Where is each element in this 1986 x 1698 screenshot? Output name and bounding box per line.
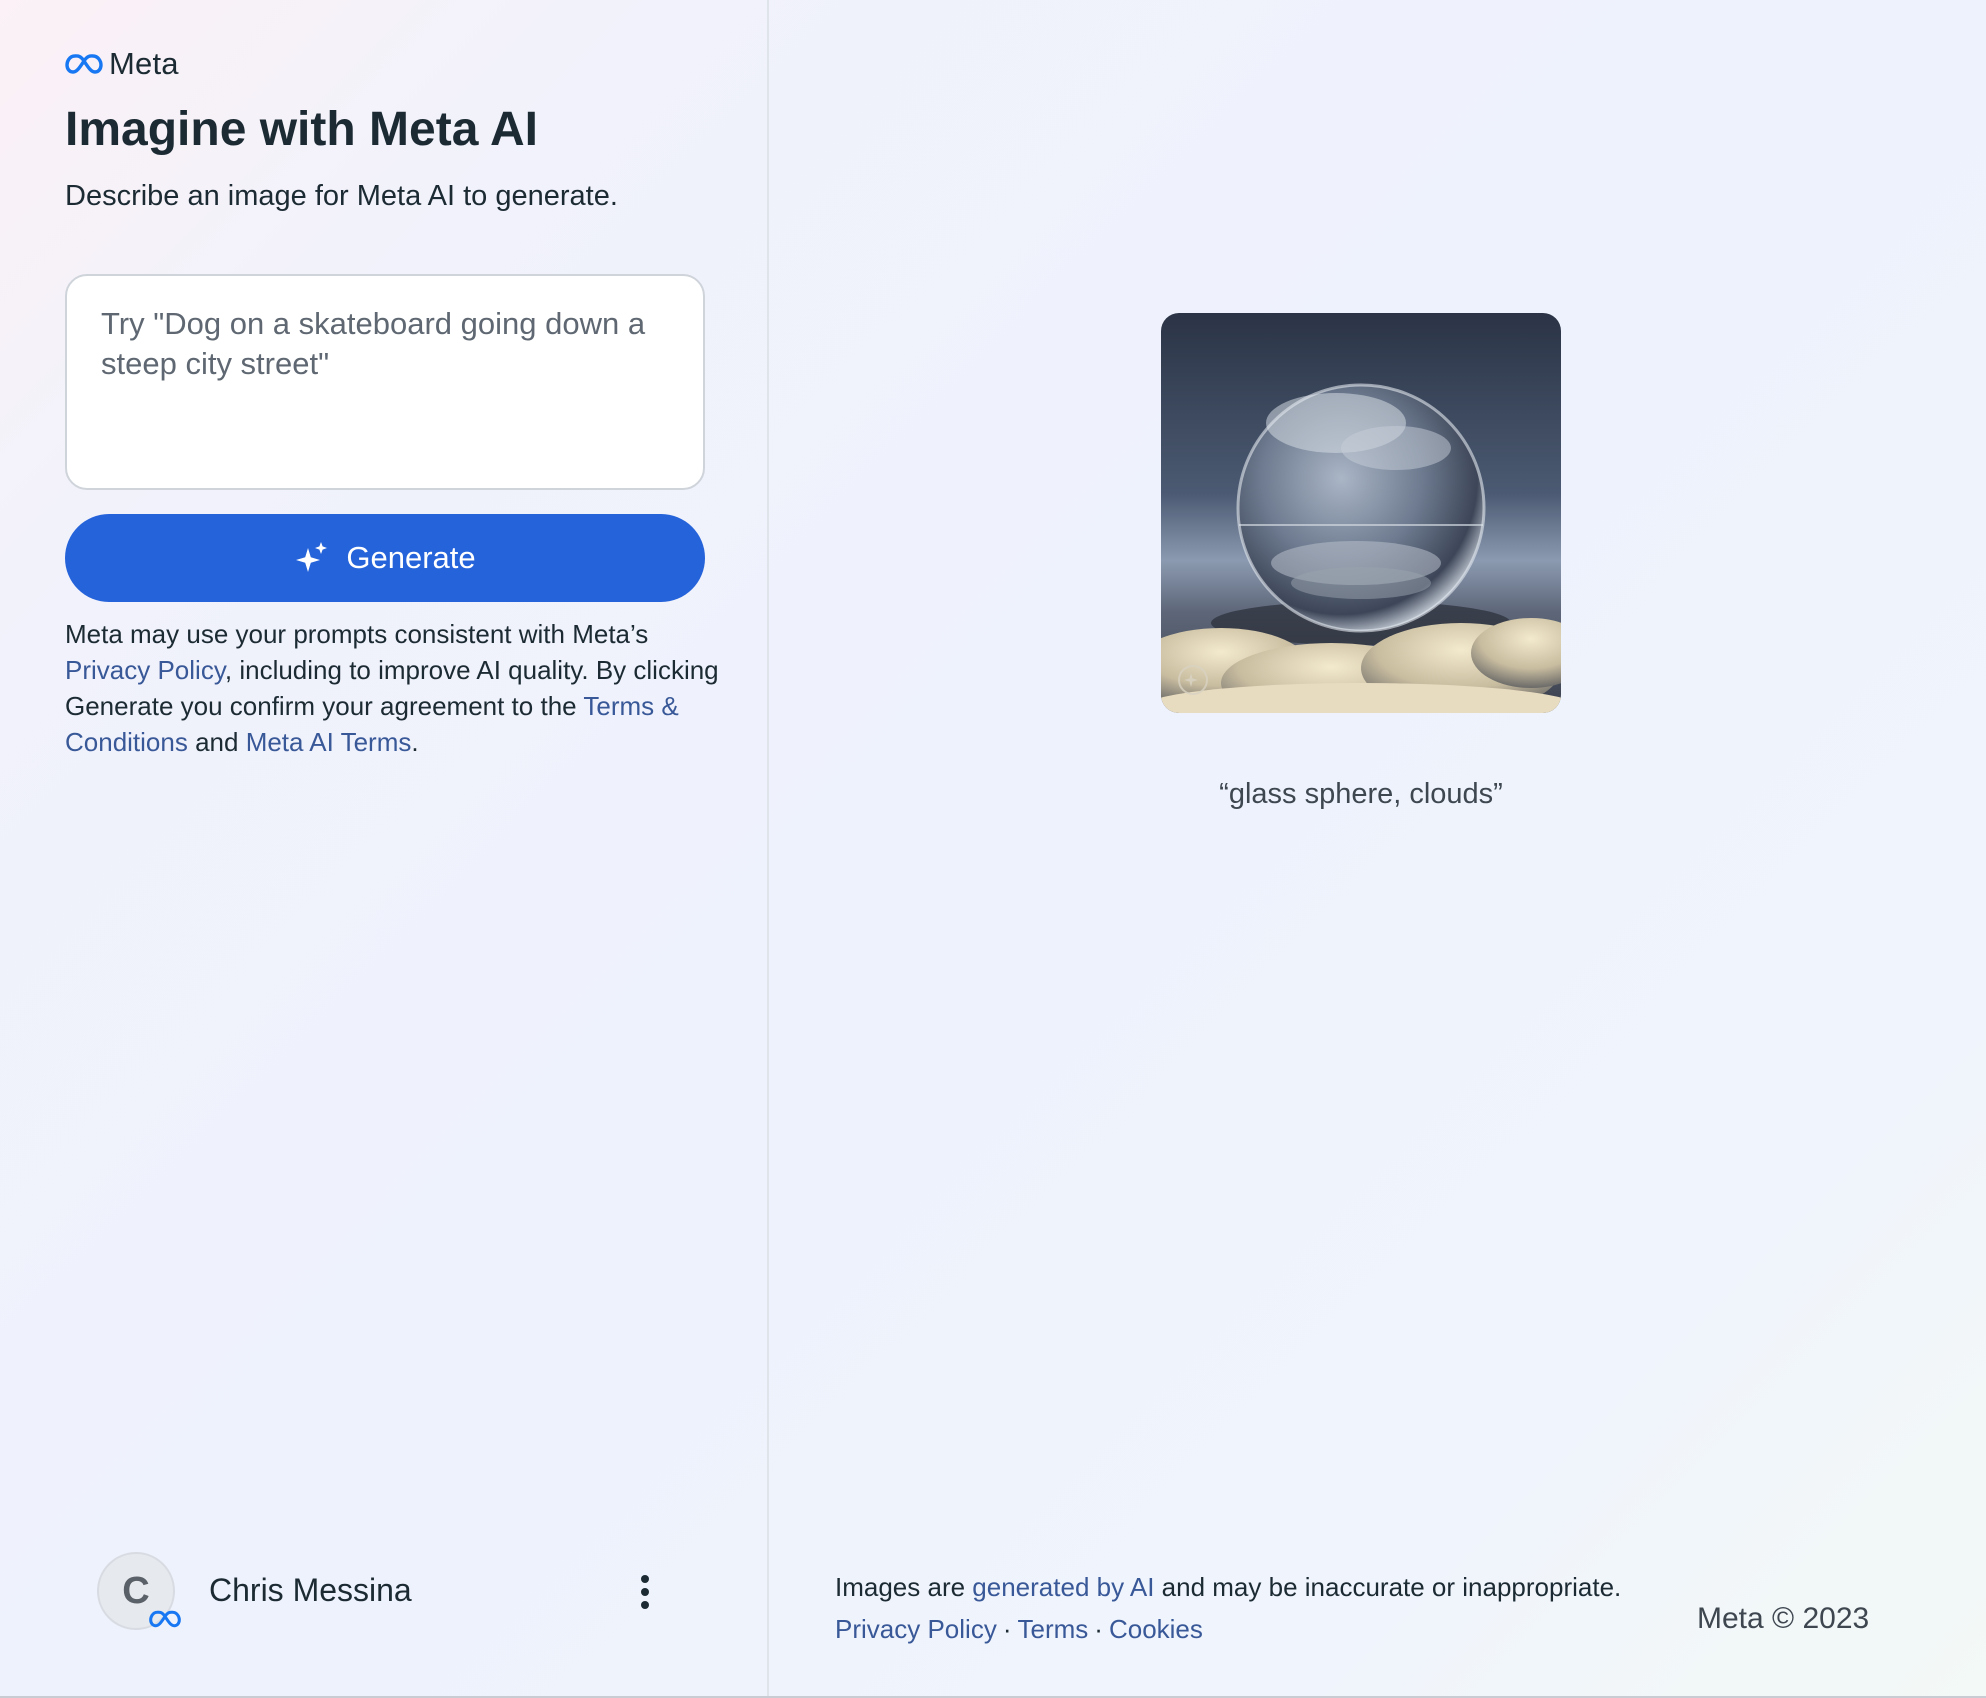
footer-links: Privacy Policy · Terms · Cookies bbox=[835, 1614, 1203, 1645]
example-caption: “glass sphere, clouds” bbox=[1219, 778, 1503, 810]
prompt-disclaimer: Meta may use your prompts consistent wit… bbox=[65, 616, 725, 760]
prompt-input[interactable] bbox=[67, 276, 703, 488]
meta-ai-terms-link[interactable]: Meta AI Terms bbox=[246, 727, 412, 757]
menu-dot bbox=[641, 1575, 649, 1583]
footer-privacy-link[interactable]: Privacy Policy bbox=[835, 1614, 997, 1644]
sparkle-icon bbox=[296, 542, 328, 572]
footer-terms-link[interactable]: Terms bbox=[1018, 1614, 1089, 1644]
generate-button-label: Generate bbox=[346, 540, 476, 575]
meta-infinity-icon bbox=[65, 54, 103, 74]
page-subtitle: Describe an image for Meta AI to generat… bbox=[65, 180, 618, 212]
left-panel: Meta Imagine with Meta AI Describe an im… bbox=[0, 0, 769, 1696]
privacy-policy-link[interactable]: Privacy Policy bbox=[65, 655, 225, 685]
meta-badge-icon bbox=[149, 1610, 181, 1628]
user-account-row: C Chris Messina bbox=[97, 1552, 677, 1632]
prompt-box bbox=[65, 274, 705, 490]
footer-separator: · bbox=[1094, 1614, 1103, 1644]
disclaimer-text-3: and bbox=[187, 727, 246, 757]
copyright: Meta © 2023 bbox=[1697, 1602, 1870, 1635]
menu-dot bbox=[641, 1588, 649, 1596]
footer-cookies-link[interactable]: Cookies bbox=[1109, 1614, 1203, 1644]
disclaimer-text-1: Meta may use your prompts consistent wit… bbox=[65, 619, 649, 649]
ai-notice: Images are generated by AI and may be in… bbox=[835, 1572, 1621, 1603]
generated-by-ai-link[interactable]: generated by AI bbox=[972, 1572, 1154, 1602]
page-title: Imagine with Meta AI bbox=[65, 103, 538, 156]
ai-notice-text-1: Images are bbox=[835, 1572, 973, 1602]
footer-separator: · bbox=[1002, 1614, 1012, 1644]
glass-sphere-image bbox=[1161, 313, 1561, 713]
disclaimer-text-4: . bbox=[411, 727, 419, 757]
more-vertical-icon[interactable] bbox=[627, 1564, 663, 1620]
user-name: Chris Messina bbox=[209, 1572, 412, 1608]
avatar-initial: C bbox=[122, 1569, 150, 1612]
menu-dot bbox=[641, 1601, 649, 1609]
meta-brand[interactable]: Meta bbox=[65, 46, 179, 82]
app-root: Meta Imagine with Meta AI Describe an im… bbox=[0, 0, 1986, 1696]
generate-button[interactable]: Generate bbox=[65, 514, 705, 602]
ai-notice-text-2: and may be inaccurate or inappropriate. bbox=[1154, 1572, 1622, 1602]
brand-name: Meta bbox=[109, 46, 179, 81]
example-generated-image[interactable] bbox=[1161, 313, 1561, 713]
